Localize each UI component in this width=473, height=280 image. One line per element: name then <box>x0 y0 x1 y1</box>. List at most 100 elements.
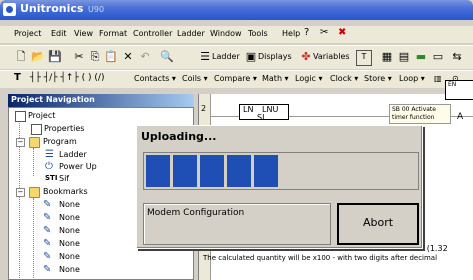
stop-icon[interactable]: ✖ <box>338 27 346 38</box>
tree-item-bookmark[interactable]: None <box>59 213 80 222</box>
clock-menu[interactable]: Clock ▾ <box>330 74 358 83</box>
menu-edit[interactable]: Edit <box>51 29 67 38</box>
collapse-bookmarks-icon[interactable]: − <box>16 188 25 197</box>
note-line: SB 00 Activate <box>392 106 436 113</box>
sif-icon: STI <box>45 174 58 182</box>
variables-icon[interactable]: ✤ <box>299 50 313 64</box>
menu-ladder[interactable]: Ladder <box>177 29 205 38</box>
tree-item-bookmarks[interactable]: Bookmarks <box>43 187 88 196</box>
bookmark-icon: ✎ <box>43 212 52 223</box>
help-icon[interactable]: ? <box>304 27 309 38</box>
progress-segment <box>254 155 278 187</box>
main-toolbar: 🗋 📂 💾 ✂ ⎘ 📋 ✕ ↶ 🔍 ☰ Ladder ▣ Displays ✤ … <box>0 45 473 69</box>
power-up-icon: ⏻ <box>45 161 53 172</box>
monitor-icon[interactable]: ▭ <box>431 50 445 64</box>
title-bar: Unitronics U90 <box>0 0 473 20</box>
math-menu[interactable]: Math ▾ <box>262 74 289 83</box>
displays-button[interactable]: Displays <box>258 52 292 61</box>
rung-comment: The calculated quantity will be x100 - w… <box>203 254 438 262</box>
menu-format[interactable]: Format <box>99 29 127 38</box>
collapse-program-icon[interactable]: − <box>16 138 25 147</box>
contact-tools-icon[interactable]: ┤├ ┤/├ ┤↑├ ( ) (/) <box>30 73 104 83</box>
menu-controller[interactable]: Controller <box>133 29 172 38</box>
tree-item-bookmark[interactable]: None <box>59 252 80 261</box>
tree-item-sif[interactable]: Sif <box>59 174 69 183</box>
window-title: Unitronics <box>20 2 84 15</box>
displays-icon[interactable]: ▣ <box>244 50 258 64</box>
coils-menu[interactable]: Coils ▾ <box>182 74 208 83</box>
copy-icon[interactable]: ⎘ <box>88 50 102 64</box>
status-text: Modem Configuration <box>147 208 245 218</box>
note-line: timer function <box>392 114 435 121</box>
open-folder-icon[interactable]: 📂 <box>31 50 45 64</box>
contacts-menu[interactable]: Contacts ▾ <box>134 74 176 83</box>
upload-progress-bar <box>143 152 419 190</box>
table-icon[interactable]: ▤ <box>397 50 411 64</box>
variables-button[interactable]: Variables <box>313 52 350 61</box>
connect-icon[interactable]: ⇆ <box>450 50 464 64</box>
menu-view[interactable]: View <box>74 29 93 38</box>
ladder-button[interactable]: Ladder <box>212 52 240 61</box>
tree-item-properties[interactable]: Properties <box>44 124 84 133</box>
status-field: Modem Configuration <box>143 203 331 245</box>
project-icon <box>15 111 26 122</box>
text-tool-icon[interactable]: T <box>14 72 21 83</box>
block-label: LNU <box>262 105 279 114</box>
tree-item-bookmark[interactable]: None <box>59 226 80 235</box>
uploading-dialog: Uploading... Modem Configuration Abort <box>136 125 423 249</box>
save-icon[interactable]: 💾 <box>48 50 62 64</box>
tools-icon[interactable]: ✂ <box>320 27 328 38</box>
loop-menu[interactable]: Loop ▾ <box>399 74 425 83</box>
find-icon[interactable]: 🔍 <box>160 50 174 64</box>
grid-icon[interactable]: ▦ <box>380 50 394 64</box>
tree-item-bookmark[interactable]: None <box>59 265 80 274</box>
compare-menu[interactable]: Compare ▾ <box>214 74 257 83</box>
progress-segment <box>146 155 170 187</box>
block-label: LN <box>243 105 254 114</box>
undo-icon[interactable]: ↶ <box>138 50 152 64</box>
store-menu[interactable]: Store ▾ <box>364 74 392 83</box>
app-logo-icon <box>3 3 16 16</box>
download-icon[interactable]: ▬ <box>414 50 428 64</box>
folder-icon <box>29 187 40 198</box>
block-address: SI <box>257 113 265 122</box>
project-navigation-header: Project Navigation <box>8 94 194 107</box>
bookmark-icon: ✎ <box>43 251 52 262</box>
menu-window[interactable]: Window <box>210 29 242 38</box>
paste-icon[interactable]: 📋 <box>104 50 118 64</box>
hmi-icon[interactable]: T <box>356 50 372 66</box>
delete-icon[interactable]: ✕ <box>121 50 135 64</box>
progress-segment <box>173 155 197 187</box>
tree-item-program[interactable]: Program <box>43 137 77 146</box>
menu-bar: Project Edit View Format Controller Ladd… <box>0 26 473 43</box>
menu-project[interactable]: Project <box>14 29 41 38</box>
menu-tools[interactable]: Tools <box>248 29 268 38</box>
window-version: U90 <box>88 5 105 14</box>
net-block[interactable]: EN <box>445 80 473 100</box>
progress-segment <box>200 155 224 187</box>
dialog-title: Uploading... <box>141 130 217 143</box>
net-label: EN <box>448 81 457 88</box>
tree-line <box>33 148 34 176</box>
menu-help[interactable]: Help <box>282 29 300 38</box>
bookmark-icon: ✎ <box>43 199 52 210</box>
tree-item-bookmark[interactable]: None <box>59 239 80 248</box>
bookmark-icon: ✎ <box>43 238 52 249</box>
tree-item-ladder[interactable]: Ladder <box>59 150 87 159</box>
progress-segment <box>227 155 251 187</box>
project-navigation-title: Project Navigation <box>11 95 95 104</box>
ladder-icon: ☰ <box>45 149 54 160</box>
tree-item-power-up[interactable]: Power Up <box>59 162 97 171</box>
tree-item-project[interactable]: Project <box>28 111 55 120</box>
abort-button[interactable]: Abort <box>337 203 419 245</box>
cut-icon[interactable]: ✂ <box>72 50 86 64</box>
properties-icon <box>31 124 42 135</box>
tree-item-bookmark[interactable]: None <box>59 200 80 209</box>
ladder-icon[interactable]: ☰ <box>198 50 212 64</box>
rung-note[interactable]: SB 00 Activate timer function <box>389 104 451 124</box>
rung-number: 2 <box>201 104 207 113</box>
bookmark-icon: ✎ <box>43 225 52 236</box>
logic-menu[interactable]: Logic ▾ <box>295 74 322 83</box>
net-tool-icon[interactable]: ▥ <box>434 74 442 83</box>
new-file-icon[interactable]: 🗋 <box>14 50 28 64</box>
